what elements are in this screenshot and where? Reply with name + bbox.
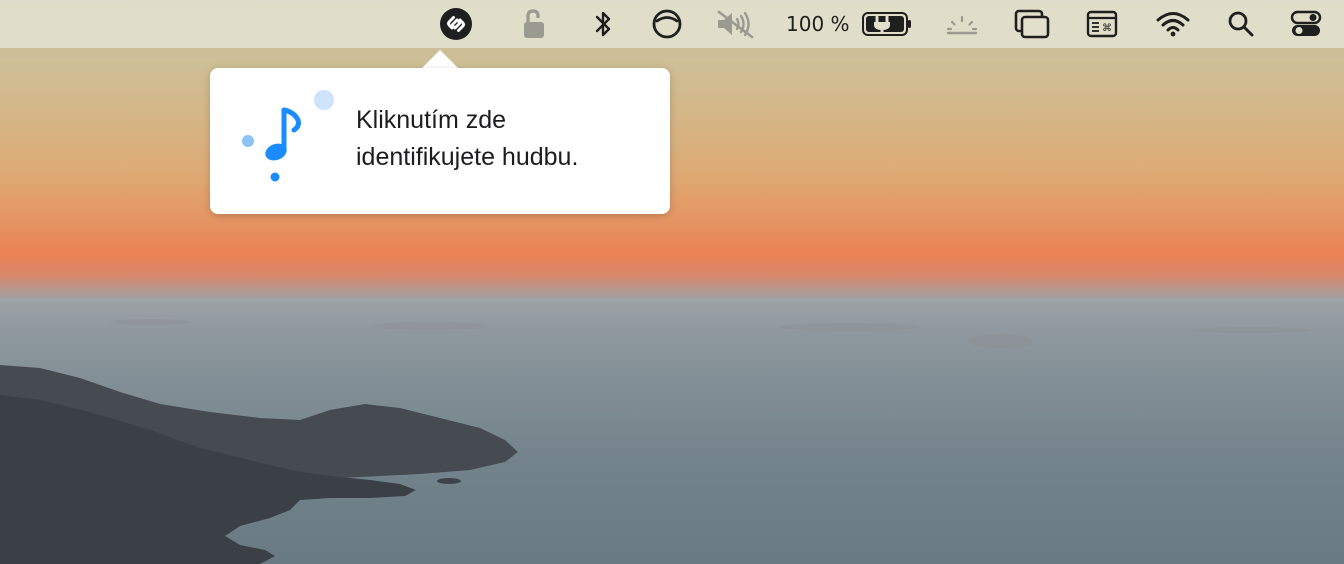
keyboard-shortcut-menu-item[interactable]: ⌘ xyxy=(1084,4,1120,44)
bluetooth-icon xyxy=(595,11,611,37)
brightness-icon xyxy=(946,15,978,35)
do-not-disturb-menu-item[interactable] xyxy=(650,4,684,44)
search-icon xyxy=(1228,11,1254,37)
lock-menu-item[interactable] xyxy=(520,4,548,44)
lock-icon xyxy=(524,9,544,38)
speaker-muted-icon xyxy=(717,10,754,39)
spotlight-menu-item[interactable] xyxy=(1226,4,1256,44)
shazam-menu-item[interactable] xyxy=(438,4,474,44)
svg-text:⌘: ⌘ xyxy=(1102,23,1112,34)
desktop: 100 % ⌘ Kliknutím zde identifikujete hud… xyxy=(0,0,1344,564)
wifi-icon xyxy=(1156,12,1190,37)
shazam-tooltip-popover[interactable]: Kliknutím zde identifikujete hudbu. xyxy=(210,68,670,214)
keyboard-shortcut-icon: ⌘ xyxy=(1086,10,1118,38)
popover-arrow xyxy=(421,50,459,69)
window-switcher-menu-item[interactable] xyxy=(1012,4,1052,44)
popover-message: Kliknutím zde identifikujete hudbu. xyxy=(356,106,579,171)
bluetooth-menu-item[interactable] xyxy=(592,4,614,44)
control-center-menu-item[interactable] xyxy=(1288,4,1324,44)
do-not-disturb-icon xyxy=(652,9,682,39)
wifi-menu-item[interactable] xyxy=(1154,4,1192,44)
sound-menu-item[interactable] xyxy=(714,4,756,44)
shazam-icon xyxy=(440,8,472,40)
battery-charging-icon xyxy=(862,12,911,36)
battery-percentage: 100 % xyxy=(786,12,850,36)
window-switcher-icon xyxy=(1014,9,1050,39)
brightness-menu-item[interactable] xyxy=(944,4,980,44)
menu-bar: 100 % ⌘ xyxy=(0,0,1344,48)
wallpaper xyxy=(0,319,1310,564)
control-center-icon xyxy=(1290,10,1322,36)
music-note-icon xyxy=(242,90,334,182)
battery-menu-item[interactable] xyxy=(860,4,914,44)
